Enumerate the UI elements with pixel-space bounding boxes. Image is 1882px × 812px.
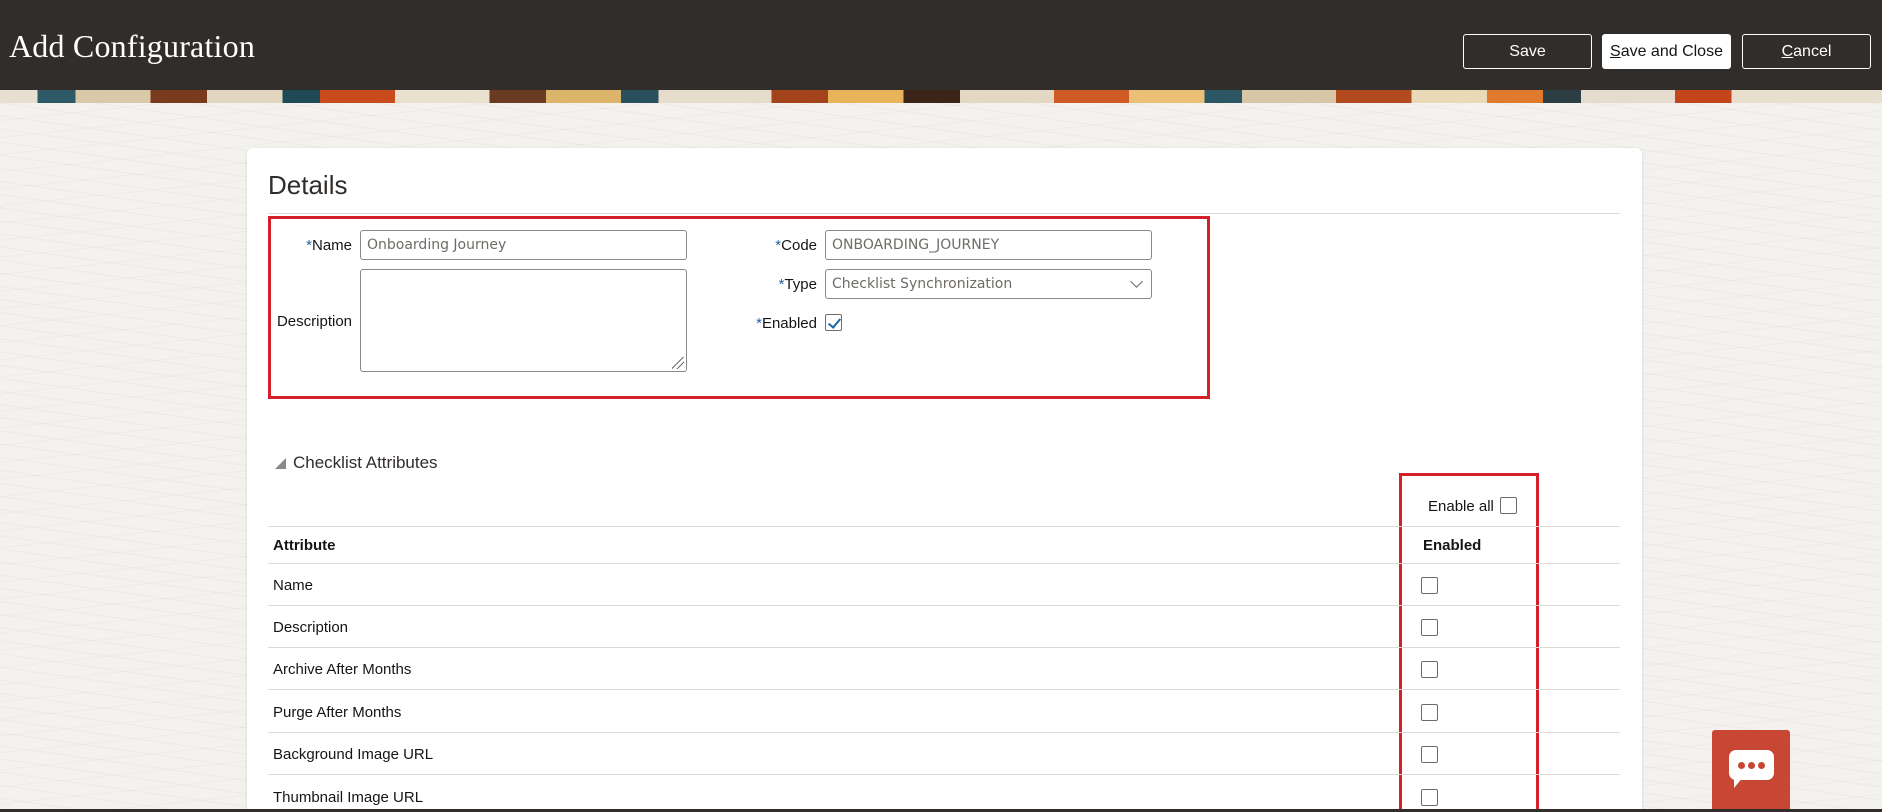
chat-bubble-tail <box>1734 776 1744 788</box>
code-label: *Code <box>752 237 817 254</box>
enabled-column-highlight-box <box>1399 473 1539 812</box>
code-label-text: Code <box>781 237 817 254</box>
attribute-enabled-checkbox[interactable] <box>1421 746 1438 763</box>
table-top-divider <box>268 526 1620 527</box>
enabled-label-text: Enabled <box>761 315 817 332</box>
enable-all-label: Enable all <box>1428 498 1494 515</box>
chat-button[interactable] <box>1712 730 1790 812</box>
enabled-label: *Enabled <box>727 315 817 332</box>
column-header-attribute: Attribute <box>273 537 336 554</box>
type-label-text: Type <box>784 276 817 293</box>
cancel-button[interactable]: Cancel <box>1742 34 1871 69</box>
save-and-close-label: ave and Close <box>1620 42 1723 60</box>
type-select-value: Checklist Synchronization <box>832 276 1013 292</box>
description-label: Description <box>276 313 352 330</box>
triangle-down-icon[interactable] <box>275 458 286 469</box>
enabled-checkbox[interactable] <box>825 314 842 331</box>
section-divider <box>268 213 1620 214</box>
attribute-name-cell: Background Image URL <box>273 746 434 763</box>
attribute-enabled-checkbox[interactable] <box>1421 619 1438 636</box>
row-divider <box>268 732 1620 733</box>
row-divider <box>268 689 1620 690</box>
type-label: *Type <box>752 276 817 293</box>
save-and-close-mnemonic: S <box>1610 42 1621 60</box>
description-textarea[interactable] <box>360 269 687 372</box>
attribute-name-cell: Name <box>273 577 314 594</box>
name-label: *Name <box>297 237 352 254</box>
name-label-text: Name <box>311 237 352 254</box>
chevron-down-icon <box>1130 275 1143 288</box>
type-select[interactable]: Checklist Synchronization <box>825 269 1152 299</box>
attribute-enabled-checkbox[interactable] <box>1421 577 1438 594</box>
checklist-attributes-title[interactable]: Checklist Attributes <box>293 453 438 473</box>
attribute-name-cell: Thumbnail Image URL <box>273 789 424 806</box>
row-divider <box>268 774 1620 775</box>
save-button-label: Save <box>1509 42 1546 60</box>
details-section-title: Details <box>268 170 348 200</box>
page-header: Add Configuration Save Save and Close Ca… <box>0 0 1882 90</box>
code-input[interactable] <box>825 230 1152 260</box>
attribute-enabled-checkbox[interactable] <box>1421 704 1438 721</box>
attribute-enabled-checkbox[interactable] <box>1421 661 1438 678</box>
cancel-mnemonic: C <box>1781 42 1794 60</box>
decorative-banner <box>0 90 1882 103</box>
row-divider <box>268 647 1620 648</box>
attribute-name-cell: Purge After Months <box>273 704 402 721</box>
resize-grip-icon[interactable] <box>672 357 684 369</box>
row-divider <box>268 605 1620 606</box>
details-card: Details *Name Description *Code *Type Ch… <box>247 148 1642 812</box>
table-header-divider <box>268 563 1620 564</box>
name-input[interactable] <box>360 230 687 260</box>
save-and-close-button[interactable]: Save and Close <box>1602 34 1731 69</box>
attribute-enabled-checkbox[interactable] <box>1421 789 1438 806</box>
cancel-label: ancel <box>1793 42 1832 60</box>
attribute-name-cell: Archive After Months <box>273 661 412 678</box>
column-header-enabled: Enabled <box>1423 537 1482 554</box>
page-title: Add Configuration <box>9 28 256 64</box>
save-button[interactable]: Save <box>1463 34 1592 69</box>
attribute-name-cell: Description <box>273 619 349 636</box>
enable-all-checkbox[interactable] <box>1500 497 1517 514</box>
